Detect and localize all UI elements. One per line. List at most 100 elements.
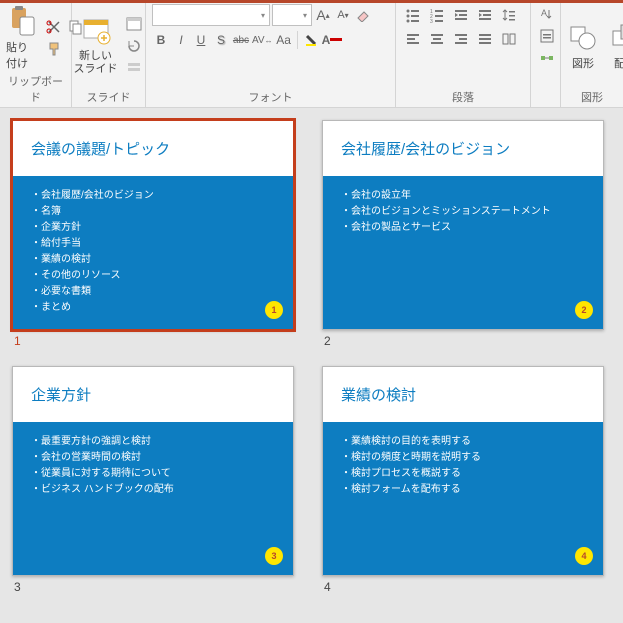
paragraph-group-label: 段落 <box>402 89 524 105</box>
font-family-combo[interactable]: ▾ <box>152 4 270 26</box>
reset-icon <box>126 38 142 54</box>
highlight-icon <box>304 33 318 47</box>
slide-title: 業績の検討 <box>341 384 416 405</box>
shapes-button[interactable]: 図形 <box>567 21 599 71</box>
arrange-label: 配置 <box>614 55 623 71</box>
bullet-item: 従業員に対する期待について <box>31 466 275 482</box>
font-size-combo[interactable]: ▾ <box>272 4 312 26</box>
slide-title: 企業方針 <box>31 384 91 405</box>
bullet-item: 会社の製品とサービス <box>341 220 585 236</box>
paste-icon <box>6 5 38 37</box>
italic-button[interactable]: I <box>172 30 190 50</box>
highlight-button[interactable] <box>302 30 320 50</box>
paste-label: 貼り付け <box>6 39 38 71</box>
indent-icon <box>477 7 493 23</box>
decrease-indent-button[interactable] <box>450 4 472 26</box>
new-slide-icon <box>80 16 112 48</box>
columns-icon <box>501 31 517 47</box>
slide-body: 最重要方針の強調と検討会社の営業時間の検討従業員に対する期待についてビジネス ハ… <box>13 422 293 510</box>
drawing-group-label: 図形 <box>567 89 617 105</box>
svg-text:3: 3 <box>430 19 433 23</box>
font-group-label: フォント <box>152 89 389 105</box>
increase-indent-button[interactable] <box>474 4 496 26</box>
bullets-button[interactable] <box>402 4 424 26</box>
numbering-button[interactable]: 123 <box>426 4 448 26</box>
arrange-button[interactable]: 配置 <box>609 21 623 71</box>
font-color-button[interactable]: A <box>322 30 343 50</box>
new-slide-label: 新しい スライド <box>74 50 118 74</box>
slide-thumbnail[interactable]: 会社履歴/会社のビジョン会社の設立年会社のビジョンとミッションステートメント会社… <box>322 120 604 330</box>
eraser-icon <box>356 8 370 22</box>
text-shadow-button[interactable]: S <box>212 30 230 50</box>
bullet-item: 会社の設立年 <box>341 188 585 204</box>
slide-thumbnail[interactable]: 企業方針最重要方針の強調と検討会社の営業時間の検討従業員に対する期待についてビジ… <box>12 366 294 576</box>
slide-title: 会社履歴/会社のビジョン <box>341 138 510 159</box>
caret-icon: ▾ <box>261 11 265 20</box>
slides-group-label: スライド <box>78 89 139 105</box>
bullet-item: 会社の営業時間の検討 <box>31 450 275 466</box>
bullet-item: 業績検討の目的を表明する <box>341 434 585 450</box>
align-left-button[interactable] <box>402 28 424 50</box>
increase-font-button[interactable]: A▴ <box>314 5 332 25</box>
shapes-icon <box>567 21 599 53</box>
char-spacing-button[interactable]: AV↔ <box>252 30 273 50</box>
bullet-item: 最重要方針の強調と検討 <box>31 434 275 450</box>
slide-title-area: 業績の検討 <box>323 367 603 422</box>
slide-thumbnail[interactable]: 会議の議題/トピック会社履歴/会社のビジョン名簿企業方針給付手当業績の検討その他… <box>12 120 294 330</box>
align-text-icon <box>539 28 555 44</box>
bullet-item: 給付手当 <box>31 236 275 252</box>
smartart-icon <box>539 50 555 66</box>
scissors-icon <box>46 19 62 35</box>
bullet-item: 検討の頻度と時期を説明する <box>341 450 585 466</box>
align-right-button[interactable] <box>450 28 472 50</box>
new-slide-button[interactable]: 新しい スライド <box>74 16 118 74</box>
bullet-item: まとめ <box>31 300 275 316</box>
section-button[interactable] <box>124 58 144 78</box>
bullet-item: 業績の検討 <box>31 252 275 268</box>
slide-sorter-view[interactable]: 会議の議題/トピック会社履歴/会社のビジョン名簿企業方針給付手当業績の検討その他… <box>0 108 623 623</box>
justify-icon <box>477 31 493 47</box>
slide-marker: 2 <box>575 301 593 319</box>
bullet-item: 検討プロセスを概説する <box>341 466 585 482</box>
outdent-icon <box>453 7 469 23</box>
strikethrough-button[interactable]: abc <box>232 30 250 50</box>
slide-number: 2 <box>324 334 604 348</box>
change-case-button[interactable]: Aa <box>275 30 293 50</box>
bullet-item: 会社のビジョンとミッションステートメント <box>341 204 585 220</box>
numbering-icon: 123 <box>429 7 445 23</box>
clear-formatting-button[interactable] <box>354 5 372 25</box>
slide-marker: 1 <box>265 301 283 319</box>
slide-body: 会社の設立年会社のビジョンとミッションステートメント会社の製品とサービス <box>323 176 603 248</box>
slide-number: 4 <box>324 580 604 594</box>
reset-button[interactable] <box>124 36 144 56</box>
caret-icon: ▾ <box>303 11 307 20</box>
cut-button[interactable] <box>44 17 64 37</box>
underline-button[interactable]: U <box>192 30 210 50</box>
bullet-item: 企業方針 <box>31 220 275 236</box>
align-center-button[interactable] <box>426 28 448 50</box>
line-spacing-button[interactable] <box>498 4 520 26</box>
slide-body: 会社履歴/会社のビジョン名簿企業方針給付手当業績の検討その他のリソース必要な書類… <box>13 176 293 328</box>
format-painter-button[interactable] <box>44 39 64 59</box>
paste-button[interactable]: 貼り付け <box>6 5 38 71</box>
section-icon <box>126 60 142 76</box>
smartart-button[interactable] <box>537 48 557 68</box>
bold-button[interactable]: B <box>152 30 170 50</box>
justify-button[interactable] <box>474 28 496 50</box>
bullet-item: 名簿 <box>31 204 275 220</box>
slide-thumbnail[interactable]: 業績の検討業績検討の目的を表明する検討の頻度と時期を説明する検討プロセスを概説す… <box>322 366 604 576</box>
align-text-button[interactable] <box>537 26 557 46</box>
layout-icon <box>126 16 142 32</box>
slide-number: 3 <box>14 580 294 594</box>
columns-button[interactable] <box>498 28 520 50</box>
slide-marker: 3 <box>265 547 283 565</box>
line-spacing-icon <box>501 7 517 23</box>
bullet-item: 会社履歴/会社のビジョン <box>31 188 275 204</box>
slide-title-area: 会議の議題/トピック <box>13 121 293 176</box>
layout-button[interactable] <box>124 14 144 34</box>
bullet-item: 必要な書類 <box>31 284 275 300</box>
text-direction-button[interactable]: A <box>537 4 557 24</box>
slide-body: 業績検討の目的を表明する検討の頻度と時期を説明する検討プロセスを概説する検討フォ… <box>323 422 603 510</box>
slide-title: 会議の議題/トピック <box>31 138 170 159</box>
decrease-font-button[interactable]: A▾ <box>334 5 352 25</box>
